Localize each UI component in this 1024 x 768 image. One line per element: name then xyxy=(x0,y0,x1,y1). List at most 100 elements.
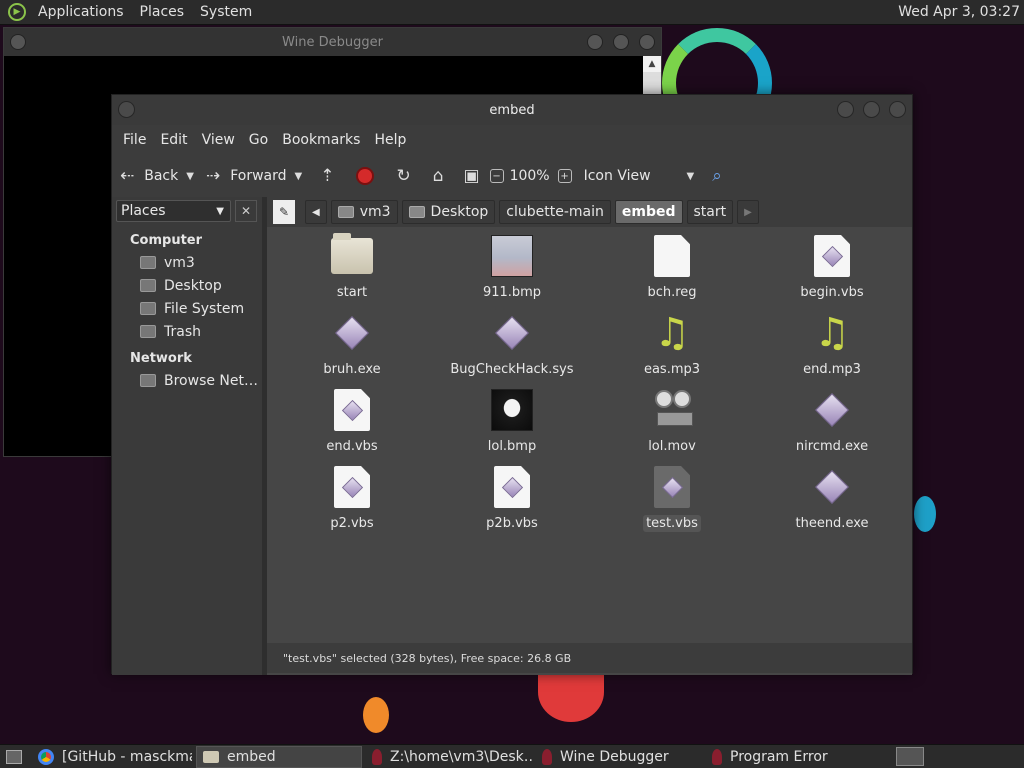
up-arrow-icon[interactable]: ⇡ xyxy=(320,166,334,186)
search-icon[interactable]: ⌕ xyxy=(712,166,722,186)
sidebar-item-label: vm3 xyxy=(164,254,195,271)
file-name: lol.mov xyxy=(648,439,696,454)
executable-icon xyxy=(811,389,853,431)
taskbar-item-github[interactable]: [GitHub - masckma… xyxy=(32,746,192,768)
wine-icon xyxy=(542,748,552,765)
script-icon xyxy=(331,466,373,508)
forward-label: Forward xyxy=(230,168,287,184)
file-item-test-vbs[interactable]: test.vbs xyxy=(592,466,752,543)
pathbar-crumb-clubette-main[interactable]: clubette-main xyxy=(499,200,611,224)
file-item-nircmd-exe[interactable]: nircmd.exe xyxy=(752,389,912,466)
file-item-bch-reg[interactable]: bch.reg xyxy=(592,235,752,312)
sidebar-item-browse-network[interactable]: Browse Net… xyxy=(112,369,262,392)
menu-system[interactable]: System xyxy=(192,4,260,20)
menu-help[interactable]: Help xyxy=(367,132,413,148)
forward-history-dropdown-icon[interactable]: ▼ xyxy=(295,171,303,182)
pathbar-scroll-left-icon[interactable]: ◀ xyxy=(305,200,327,224)
file-item-911-bmp[interactable]: 911.bmp xyxy=(432,235,592,312)
edit-location-icon[interactable]: ✎ xyxy=(273,200,295,224)
back-button[interactable]: ⇠ Back xyxy=(120,166,178,186)
show-desktop-icon[interactable] xyxy=(6,749,22,764)
chevron-down-icon: ▼ xyxy=(686,170,695,182)
panel-clock[interactable]: Wed Apr 3, 03:27 xyxy=(898,4,1020,20)
pathbar-scroll-right-icon[interactable]: ▶ xyxy=(737,200,759,224)
file-item-start[interactable]: start xyxy=(272,233,432,312)
pathbar-crumb-start[interactable]: start xyxy=(686,200,734,224)
file-item-end-mp3[interactable]: ♫ end.mp3 xyxy=(752,312,912,389)
file-item-lol-mov[interactable]: lol.mov xyxy=(592,389,752,466)
close-button[interactable] xyxy=(639,34,655,50)
menu-view[interactable]: View xyxy=(195,132,242,148)
file-item-lol-bmp[interactable]: lol.bmp xyxy=(432,389,592,466)
wine-icon xyxy=(712,748,722,765)
view-mode-select[interactable]: Icon View ▼ xyxy=(584,168,695,184)
menu-applications[interactable]: Applications xyxy=(30,4,132,20)
sidebar: Places ▼ ✕ Computer vm3 Desktop File Sys… xyxy=(112,197,262,675)
maximize-button[interactable] xyxy=(863,101,880,118)
window-menu-button[interactable] xyxy=(118,101,135,118)
back-history-dropdown-icon[interactable]: ▼ xyxy=(186,171,194,182)
sidebar-section-network: Network xyxy=(130,351,192,366)
menu-places[interactable]: Places xyxy=(132,4,193,20)
minimize-button[interactable] xyxy=(587,34,603,50)
wine-debugger-titlebar[interactable]: Wine Debugger xyxy=(4,28,661,56)
computer-icon[interactable]: ▣ xyxy=(464,166,480,186)
menu-go[interactable]: Go xyxy=(242,132,275,148)
file-name: bruh.exe xyxy=(323,362,381,377)
forward-button[interactable]: ⇢ Forward xyxy=(206,166,287,186)
close-button[interactable] xyxy=(889,101,906,118)
zoom-out-icon[interactable]: − xyxy=(489,169,504,183)
sidebar-item-vm3[interactable]: vm3 xyxy=(112,251,262,274)
toolbar: ⇠ Back ▼ ⇢ Forward ▼ ⇡ ↻ ⌂ ▣ − 100% + Ic… xyxy=(112,155,912,197)
pathbar-crumb-desktop[interactable]: Desktop xyxy=(401,200,496,224)
file-manager-titlebar[interactable]: embed xyxy=(112,95,912,125)
menu-edit[interactable]: Edit xyxy=(153,132,194,148)
file-item-begin-vbs[interactable]: begin.vbs xyxy=(752,235,912,312)
menu-file[interactable]: File xyxy=(116,132,153,148)
taskbar-item-embed[interactable]: embed xyxy=(196,745,362,768)
file-item-bugcheckhack-sys[interactable]: BugCheckHack.sys xyxy=(432,312,592,389)
file-item-p2-vbs[interactable]: p2.vbs xyxy=(272,466,432,543)
file-item-end-vbs[interactable]: end.vbs xyxy=(272,389,432,466)
workspace-switcher[interactable] xyxy=(896,747,924,766)
taskbar-item-program-error[interactable]: Program Error xyxy=(706,746,872,768)
pathbar-crumb-embed[interactable]: embed xyxy=(614,200,683,224)
stop-icon[interactable] xyxy=(356,167,375,185)
sidebar-item-file-system[interactable]: File System xyxy=(112,297,262,320)
sidebar-places-select[interactable]: Places ▼ xyxy=(116,200,231,222)
pathbar-crumb-vm3[interactable]: vm3 xyxy=(330,200,398,224)
file-name: BugCheckHack.sys xyxy=(450,362,574,377)
home-icon[interactable]: ⌂ xyxy=(433,166,444,186)
close-sidebar-icon[interactable]: ✕ xyxy=(235,200,257,222)
file-name: nircmd.exe xyxy=(795,439,869,454)
file-view: ✎ ◀ vm3 Desktop clubette-main embed star… xyxy=(267,197,912,675)
taskbar-item-wine-console[interactable]: Z:\home\vm3\Desk… xyxy=(366,746,532,768)
reload-icon[interactable]: ↻ xyxy=(396,166,410,186)
file-item-bruh-exe[interactable]: bruh.exe xyxy=(272,312,432,389)
file-item-p2b-vbs[interactable]: p2b.vbs xyxy=(432,466,592,543)
scroll-up-icon[interactable]: ▲ xyxy=(643,56,661,72)
file-name: lol.bmp xyxy=(487,439,537,454)
wallpaper-blob-orange xyxy=(363,697,389,733)
menu-bookmarks[interactable]: Bookmarks xyxy=(275,132,367,148)
taskbar-item-wine-debugger[interactable]: Wine Debugger xyxy=(536,746,702,768)
window-menu-button[interactable] xyxy=(10,34,26,50)
script-icon xyxy=(491,466,533,508)
window-title: embed xyxy=(489,102,535,118)
sidebar-header: Places ▼ ✕ xyxy=(112,197,262,225)
executable-icon xyxy=(811,466,853,508)
file-item-theend-exe[interactable]: theend.exe xyxy=(752,466,912,543)
wine-icon xyxy=(372,748,382,765)
file-item-eas-mp3[interactable]: ♫ eas.mp3 xyxy=(592,312,752,389)
desktop-folder-icon xyxy=(408,206,425,218)
zoom-level[interactable]: 100% xyxy=(510,168,550,184)
distro-logo-icon[interactable]: ▶ xyxy=(8,3,26,21)
executable-icon xyxy=(331,312,373,354)
zoom-in-icon[interactable]: + xyxy=(557,169,572,183)
pathbar-crumb-label: Desktop xyxy=(430,204,489,220)
sidebar-item-desktop[interactable]: Desktop xyxy=(112,274,262,297)
minimize-button[interactable] xyxy=(837,101,854,118)
sidebar-item-trash[interactable]: Trash xyxy=(112,320,262,343)
maximize-button[interactable] xyxy=(613,34,629,50)
bottom-panel: [GitHub - masckma… embed Z:\home\vm3\Des… xyxy=(0,744,1024,768)
